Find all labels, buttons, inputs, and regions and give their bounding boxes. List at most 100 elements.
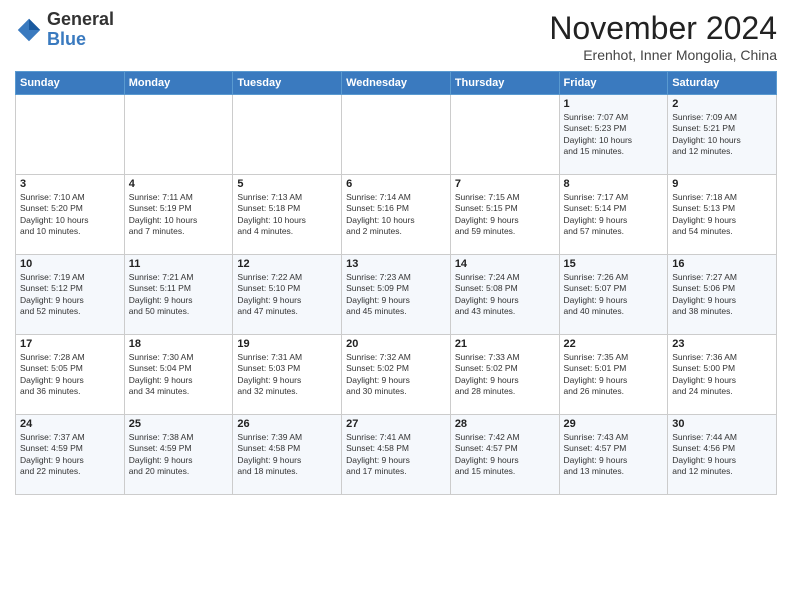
logo: General Blue	[15, 10, 114, 50]
calendar-cell: 25 Sunrise: 7:38 AM Sunset: 4:59 PM Dayli…	[124, 415, 233, 495]
page: General Blue November 2024 Erenhot, Inne…	[0, 0, 792, 612]
calendar-week-3: 10Sunrise: 7:19 AM Sunset: 5:12 PM Dayli…	[16, 255, 777, 335]
day-number: 20	[346, 338, 446, 350]
calendar-cell: 27 Sunrise: 7:41 AM Sunset: 4:58 PM Dayli…	[342, 415, 451, 495]
calendar-cell: 19 Sunrise: 7:31 AM Sunset: 5:03 PM Dayli…	[233, 335, 342, 415]
day-info: Sunrise: 7:33 AM Sunset: 5:02 PM Dayligh…	[455, 352, 555, 398]
calendar-cell: 16 Sunrise: 7:27 AM Sunset: 5:06 PM Dayli…	[668, 255, 777, 335]
day-info: Sunrise: 7:31 AM Sunset: 5:03 PM Dayligh…	[237, 352, 337, 398]
day-info: Sunrise: 7:39 AM Sunset: 4:58 PM Dayligh…	[237, 432, 337, 478]
day-number: 13	[346, 258, 446, 270]
calendar-cell: 14 Sunrise: 7:24 AM Sunset: 5:08 PM Dayli…	[450, 255, 559, 335]
day-info: Sunrise: 7:10 AM Sunset: 5:20 PM Dayligh…	[20, 192, 120, 238]
day-info: Sunrise: 7:38 AM Sunset: 4:59 PM Dayligh…	[129, 432, 229, 478]
day-info: Sunrise: 7:23 AM Sunset: 5:09 PM Dayligh…	[346, 272, 446, 318]
calendar-cell: 10Sunrise: 7:19 AM Sunset: 5:12 PM Dayli…	[16, 255, 125, 335]
calendar-cell	[16, 95, 125, 175]
calendar-header-wednesday: Wednesday	[342, 72, 451, 95]
calendar-cell: 5 Sunrise: 7:13 AM Sunset: 5:18 PM Daylig…	[233, 175, 342, 255]
day-info: Sunrise: 7:35 AM Sunset: 5:01 PM Dayligh…	[564, 352, 664, 398]
calendar-cell: 18 Sunrise: 7:30 AM Sunset: 5:04 PM Dayli…	[124, 335, 233, 415]
title-block: November 2024 Erenhot, Inner Mongolia, C…	[549, 10, 777, 63]
calendar-cell: 9 Sunrise: 7:18 AM Sunset: 5:13 PM Daylig…	[668, 175, 777, 255]
calendar-cell: 24Sunrise: 7:37 AM Sunset: 4:59 PM Dayli…	[16, 415, 125, 495]
month-title: November 2024	[549, 10, 777, 47]
calendar-cell	[450, 95, 559, 175]
day-info: Sunrise: 7:41 AM Sunset: 4:58 PM Dayligh…	[346, 432, 446, 478]
calendar-cell: 11Sunrise: 7:21 AM Sunset: 5:11 PM Dayli…	[124, 255, 233, 335]
day-number: 18	[129, 338, 229, 350]
calendar: SundayMondayTuesdayWednesdayThursdayFrid…	[15, 71, 777, 495]
logo-general: General	[47, 9, 114, 29]
day-number: 30	[672, 418, 772, 430]
calendar-cell	[233, 95, 342, 175]
day-info: Sunrise: 7:36 AM Sunset: 5:00 PM Dayligh…	[672, 352, 772, 398]
day-info: Sunrise: 7:26 AM Sunset: 5:07 PM Dayligh…	[564, 272, 664, 318]
calendar-cell: 3 Sunrise: 7:10 AM Sunset: 5:20 PM Daylig…	[16, 175, 125, 255]
day-info: Sunrise: 7:13 AM Sunset: 5:18 PM Dayligh…	[237, 192, 337, 238]
calendar-header-row: SundayMondayTuesdayWednesdayThursdayFrid…	[16, 72, 777, 95]
calendar-cell: 17 Sunrise: 7:28 AM Sunset: 5:05 PM Dayli…	[16, 335, 125, 415]
calendar-header-thursday: Thursday	[450, 72, 559, 95]
logo-blue: Blue	[47, 29, 86, 49]
day-number: 26	[237, 418, 337, 430]
day-number: 12	[237, 258, 337, 270]
location: Erenhot, Inner Mongolia, China	[549, 47, 777, 63]
day-info: Sunrise: 7:09 AM Sunset: 5:21 PM Dayligh…	[672, 112, 772, 158]
calendar-cell: 12 Sunrise: 7:22 AM Sunset: 5:10 PM Dayli…	[233, 255, 342, 335]
day-info: Sunrise: 7:24 AM Sunset: 5:08 PM Dayligh…	[455, 272, 555, 318]
day-number: 11	[129, 258, 229, 270]
day-number: 19	[237, 338, 337, 350]
calendar-cell: 29 Sunrise: 7:43 AM Sunset: 4:57 PM Dayli…	[559, 415, 668, 495]
day-info: Sunrise: 7:22 AM Sunset: 5:10 PM Dayligh…	[237, 272, 337, 318]
day-info: Sunrise: 7:42 AM Sunset: 4:57 PM Dayligh…	[455, 432, 555, 478]
logo-text: General Blue	[47, 10, 114, 50]
calendar-cell: 2Sunrise: 7:09 AM Sunset: 5:21 PM Daylig…	[668, 95, 777, 175]
day-info: Sunrise: 7:18 AM Sunset: 5:13 PM Dayligh…	[672, 192, 772, 238]
calendar-cell: 4 Sunrise: 7:11 AM Sunset: 5:19 PM Daylig…	[124, 175, 233, 255]
calendar-header-monday: Monday	[124, 72, 233, 95]
day-info: Sunrise: 7:11 AM Sunset: 5:19 PM Dayligh…	[129, 192, 229, 238]
day-number: 4	[129, 178, 229, 190]
day-info: Sunrise: 7:43 AM Sunset: 4:57 PM Dayligh…	[564, 432, 664, 478]
day-number: 5	[237, 178, 337, 190]
day-number: 15	[564, 258, 664, 270]
day-number: 1	[564, 98, 664, 110]
day-number: 28	[455, 418, 555, 430]
day-number: 16	[672, 258, 772, 270]
day-info: Sunrise: 7:28 AM Sunset: 5:05 PM Dayligh…	[20, 352, 120, 398]
calendar-cell: 21 Sunrise: 7:33 AM Sunset: 5:02 PM Dayli…	[450, 335, 559, 415]
day-number: 22	[564, 338, 664, 350]
day-info: Sunrise: 7:32 AM Sunset: 5:02 PM Dayligh…	[346, 352, 446, 398]
day-info: Sunrise: 7:30 AM Sunset: 5:04 PM Dayligh…	[129, 352, 229, 398]
day-number: 7	[455, 178, 555, 190]
day-number: 10	[20, 258, 120, 270]
day-info: Sunrise: 7:15 AM Sunset: 5:15 PM Dayligh…	[455, 192, 555, 238]
day-number: 8	[564, 178, 664, 190]
day-number: 29	[564, 418, 664, 430]
calendar-cell: 7 Sunrise: 7:15 AM Sunset: 5:15 PM Daylig…	[450, 175, 559, 255]
day-number: 14	[455, 258, 555, 270]
calendar-week-1: 1Sunrise: 7:07 AM Sunset: 5:23 PM Daylig…	[16, 95, 777, 175]
calendar-week-2: 3 Sunrise: 7:10 AM Sunset: 5:20 PM Daylig…	[16, 175, 777, 255]
day-number: 21	[455, 338, 555, 350]
day-info: Sunrise: 7:14 AM Sunset: 5:16 PM Dayligh…	[346, 192, 446, 238]
day-info: Sunrise: 7:37 AM Sunset: 4:59 PM Dayligh…	[20, 432, 120, 478]
calendar-cell: 22 Sunrise: 7:35 AM Sunset: 5:01 PM Dayli…	[559, 335, 668, 415]
day-number: 27	[346, 418, 446, 430]
calendar-cell: 8Sunrise: 7:17 AM Sunset: 5:14 PM Daylig…	[559, 175, 668, 255]
calendar-cell: 20 Sunrise: 7:32 AM Sunset: 5:02 PM Dayli…	[342, 335, 451, 415]
calendar-cell	[124, 95, 233, 175]
calendar-header-friday: Friday	[559, 72, 668, 95]
day-info: Sunrise: 7:27 AM Sunset: 5:06 PM Dayligh…	[672, 272, 772, 318]
calendar-cell	[342, 95, 451, 175]
day-info: Sunrise: 7:44 AM Sunset: 4:56 PM Dayligh…	[672, 432, 772, 478]
day-number: 3	[20, 178, 120, 190]
day-number: 9	[672, 178, 772, 190]
day-number: 25	[129, 418, 229, 430]
day-number: 23	[672, 338, 772, 350]
day-number: 17	[20, 338, 120, 350]
header: General Blue November 2024 Erenhot, Inne…	[15, 10, 777, 63]
calendar-header-saturday: Saturday	[668, 72, 777, 95]
calendar-cell: 23 Sunrise: 7:36 AM Sunset: 5:00 PM Dayli…	[668, 335, 777, 415]
